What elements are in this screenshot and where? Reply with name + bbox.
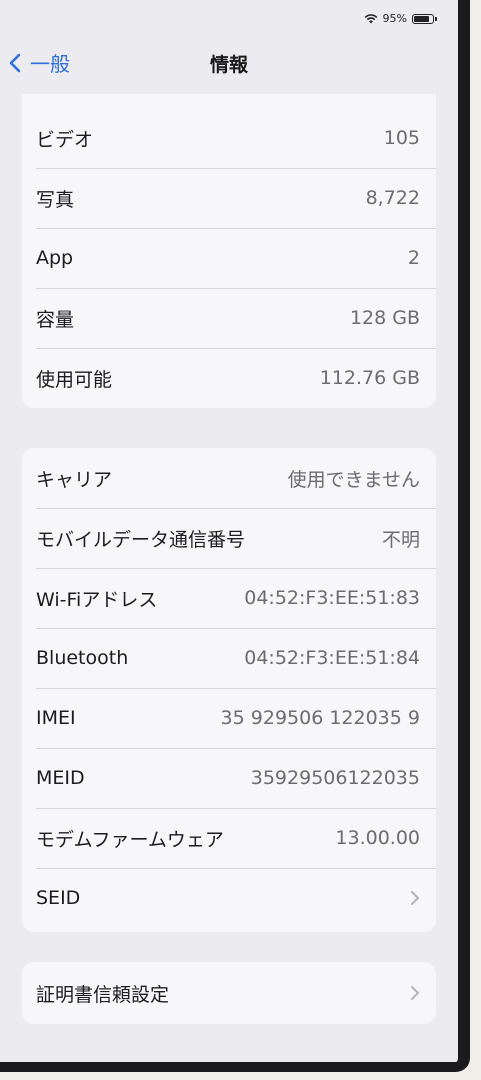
row-value: 105 xyxy=(383,127,420,149)
row-meid: MEID 35929506122035 xyxy=(22,748,436,808)
row-label: Wi-Fiアドレス xyxy=(36,588,158,611)
row-value: 8,722 xyxy=(365,187,420,209)
row-value: 04:52:F3:EE:51:84 xyxy=(244,647,420,669)
row-label: IMEI xyxy=(36,707,76,729)
row-label: ビデオ xyxy=(36,128,94,151)
row-carrier: キャリア 使用できません xyxy=(22,448,436,508)
row-value: 不明 xyxy=(381,528,420,551)
row-available: 使用可能 112.76 GB xyxy=(22,348,436,408)
row-label: キャリア xyxy=(36,468,113,491)
row-value: 13.00.00 xyxy=(335,827,420,849)
row-label: 証明書信頼設定 xyxy=(36,983,170,1006)
page-title: 情報 xyxy=(209,54,248,76)
device-screen: 95% 一般 情報 ビデオ 105 写真 8,722 App 2 容量 128 xyxy=(0,0,470,1072)
row-certificate-trust-settings[interactable]: 証明書信頼設定 xyxy=(22,962,436,1024)
row-mobile-number: モバイルデータ通信番号 不明 xyxy=(22,508,436,568)
row-label: 使用可能 xyxy=(36,368,113,391)
row-value: 2 xyxy=(407,247,420,269)
status-bar: 95% xyxy=(364,12,437,25)
row-label: Bluetooth xyxy=(36,647,129,669)
row-modem-firmware: モデムファームウェア 13.00.00 xyxy=(22,808,436,868)
row-bluetooth: Bluetooth 04:52:F3:EE:51:84 xyxy=(22,628,436,688)
chevron-right-icon xyxy=(411,891,419,905)
row-seid[interactable]: SEID xyxy=(22,868,436,928)
row-imei: IMEI 35 929506 122035 9 xyxy=(22,688,436,748)
row-value: 使用できません xyxy=(287,468,420,491)
battery-percentage: 95% xyxy=(382,12,407,25)
row-value: 04:52:F3:EE:51:83 xyxy=(244,587,420,609)
row-value: 128 GB xyxy=(349,307,420,329)
navigation-bar: 一般 情報 xyxy=(0,40,458,84)
battery-icon xyxy=(412,13,437,24)
row-label: SEID xyxy=(36,887,81,909)
row-label: MEID xyxy=(36,767,85,789)
row-capacity: 容量 128 GB xyxy=(22,288,436,348)
row-label: モデムファームウェア xyxy=(36,828,224,851)
row-label: 写真 xyxy=(36,188,75,211)
row-value: 35 929506 122035 9 xyxy=(220,707,420,729)
storage-info-group: ビデオ 105 写真 8,722 App 2 容量 128 GB 使用可能 11… xyxy=(22,94,436,408)
battery-level xyxy=(414,15,430,22)
network-info-group: キャリア 使用できません モバイルデータ通信番号 不明 Wi-Fiアドレス 04… xyxy=(22,448,436,932)
chevron-right-icon xyxy=(411,986,419,1000)
row-label: 容量 xyxy=(36,308,75,331)
row-wifi-address: Wi-Fiアドレス 04:52:F3:EE:51:83 xyxy=(22,568,436,628)
row-label: App xyxy=(36,247,74,269)
row-photos: 写真 8,722 xyxy=(22,168,436,228)
row-videos: ビデオ 105 xyxy=(22,108,436,168)
row-value: 35929506122035 xyxy=(250,767,420,789)
certificate-group: 証明書信頼設定 xyxy=(22,962,436,1024)
row-value: 112.76 GB xyxy=(319,367,420,389)
wifi-icon xyxy=(364,13,377,23)
row-label: モバイルデータ通信番号 xyxy=(36,528,246,551)
row-apps: App 2 xyxy=(22,228,436,288)
